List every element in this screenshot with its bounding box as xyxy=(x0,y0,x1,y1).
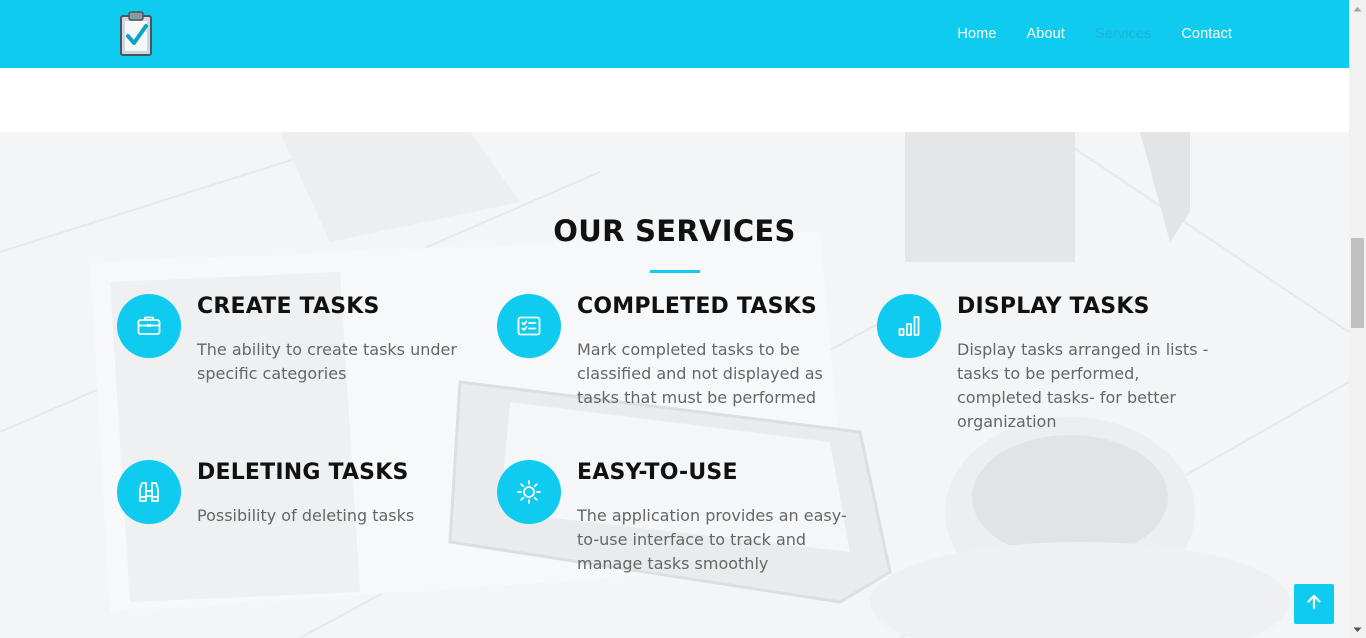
nav-link-about[interactable]: About xyxy=(1027,26,1065,42)
scrollbar-thumb[interactable] xyxy=(1351,238,1364,328)
page: Home About Services Contact OUR SERVICES… xyxy=(0,0,1349,638)
nav-link-home[interactable]: Home xyxy=(957,26,996,42)
checklist-icon xyxy=(497,294,561,358)
service-description: Display tasks arranged in lists -tasks t… xyxy=(957,340,1209,431)
vertical-scrollbar[interactable] xyxy=(1349,0,1366,638)
clipboard-check-icon[interactable] xyxy=(117,9,155,57)
navbar: Home About Services Contact xyxy=(0,0,1349,68)
service-description: The ability to create tasks under specif… xyxy=(197,340,457,383)
services-section: OUR SERVICES CREATE TASKS The ability to… xyxy=(0,132,1349,638)
arrow-up-icon xyxy=(1305,593,1323,616)
main-nav: Home About Services Contact xyxy=(927,0,1232,68)
service-description: The application provides an easy-to-use … xyxy=(577,506,847,573)
service-heading: DISPLAY TASKS xyxy=(957,294,1150,319)
nav-link-services[interactable]: Services xyxy=(1095,26,1151,42)
service-heading: COMPLETED TASKS xyxy=(577,294,817,319)
service-description: Possibility of deleting tasks xyxy=(197,506,415,525)
scroll-up-arrow-icon[interactable] xyxy=(1349,0,1366,17)
title-divider xyxy=(650,270,700,273)
service-heading: DELETING TASKS xyxy=(197,460,409,485)
bar-chart-icon xyxy=(877,294,941,358)
binoculars-icon xyxy=(117,460,181,524)
sun-icon xyxy=(497,460,561,524)
service-description: Mark completed tasks to be classified an… xyxy=(577,340,823,407)
service-heading: CREATE TASKS xyxy=(197,294,380,319)
nav-link-contact[interactable]: Contact xyxy=(1181,26,1232,42)
briefcase-icon xyxy=(117,294,181,358)
scroll-down-arrow-icon[interactable] xyxy=(1349,621,1366,638)
service-heading: EASY-TO-USE xyxy=(577,460,738,485)
back-to-top-button[interactable] xyxy=(1294,584,1334,624)
section-title: OUR SERVICES xyxy=(553,214,796,248)
